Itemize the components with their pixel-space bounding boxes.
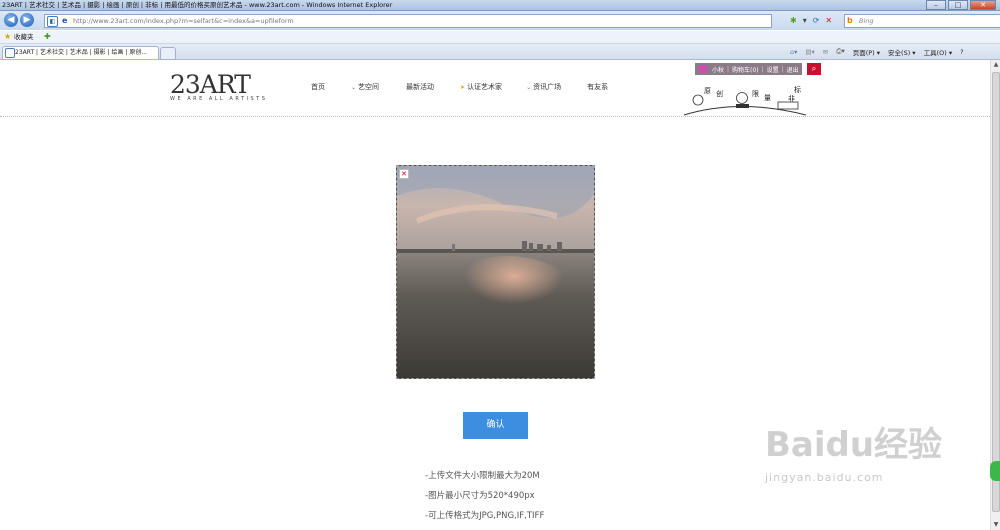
stop-icon[interactable]: ✕ xyxy=(825,16,832,25)
vertical-scrollbar[interactable]: ▲ ▼ xyxy=(990,60,1000,530)
compat-view-icon[interactable]: ◧ xyxy=(47,16,58,27)
home-icon[interactable]: ⌂▾ xyxy=(790,48,797,56)
address-tools: ✱ ▾ ⟳ ✕ xyxy=(790,14,838,26)
cursor-icon: ➤ xyxy=(460,84,466,91)
scroll-thumb[interactable] xyxy=(992,72,1000,512)
favorites-bar: ★ 收藏夹 ✚ xyxy=(0,31,1000,44)
minimize-button[interactable]: – xyxy=(926,0,946,10)
upload-notes: -上传文件大小限制最大为20M -图片最小尺寸为520*490px -可上传格式… xyxy=(425,466,544,526)
avatar[interactable] xyxy=(699,65,707,73)
deco-char: 原 xyxy=(704,87,711,95)
address-toolbar: ◀ ▶ ◧ e http://www.23art.com/index.php?m… xyxy=(0,11,1000,30)
site-header: 23ART WE ARE ALL ARTISTS 首页 ⌄ 艺空间 最新活动 ➤ 认… xyxy=(0,60,990,117)
search-box[interactable]: b Bing xyxy=(844,14,1000,28)
browser-tab[interactable]: 23ART | 艺术社交 | 艺术品 | 摄影 | 绘画 | 原创... xyxy=(2,46,159,59)
user-bar: 小秋 | 购物车(0) | 设置 | 退出 xyxy=(695,63,802,75)
lake-photo xyxy=(397,166,594,378)
feeds-icon[interactable]: ▤▾ xyxy=(805,48,814,56)
cartoon-decoration: 原 创 限 量 标 非 xyxy=(683,85,807,116)
note-min-dimensions: -图片最小尺寸为520*490px xyxy=(425,491,535,501)
baidu-watermark: Baidu经验 jingyan.baidu.com xyxy=(765,425,942,484)
search-icon[interactable]: ⌕ xyxy=(807,63,821,75)
tab-favicon-icon xyxy=(5,48,15,58)
site-logo[interactable]: 23ART WE ARE ALL ARTISTS xyxy=(170,70,268,103)
search-placeholder: Bing xyxy=(859,17,874,25)
deco-char: 标 xyxy=(794,85,801,94)
note-size-limit: -上传文件大小限制最大为20M xyxy=(425,471,540,481)
note-formats: -可上传格式为JPG,PNG,IF,TIFF xyxy=(425,511,545,521)
deco-char: 限 xyxy=(752,89,759,98)
url-text[interactable]: http://www.23art.com/index.php?m=selfart… xyxy=(73,15,294,27)
scroll-up-icon[interactable]: ▲ xyxy=(992,61,1000,69)
mail-icon[interactable]: ✉ xyxy=(823,48,828,56)
nav-friends[interactable]: 有友系 xyxy=(587,82,608,92)
dropdown-icon[interactable]: ▾ xyxy=(803,16,807,25)
add-favorite-icon[interactable]: ✚ xyxy=(44,31,51,43)
remove-image-icon[interactable]: ✕ xyxy=(399,169,409,179)
ie-page-icon: e xyxy=(62,16,68,25)
main-nav: 首页 ⌄ 艺空间 最新活动 ➤ 认证艺术家 ⌄ 资讯广场 有友系 xyxy=(305,82,608,92)
confirm-button[interactable]: 确认 xyxy=(463,412,528,439)
scroll-down-icon[interactable]: ▼ xyxy=(992,521,1000,529)
logout-link[interactable]: 退出 xyxy=(784,65,802,74)
nav-art-space[interactable]: ⌄ 艺空间 xyxy=(351,82,379,92)
forward-button[interactable]: ▶ xyxy=(20,13,34,27)
command-bar: ⌂▾ ▤▾ ✉ ⎙▾ 页面(P) ▾ 安全(S) ▾ 工具(O) ▾ ? xyxy=(790,44,972,59)
bing-logo-icon: b xyxy=(847,16,853,25)
favorites-label[interactable]: 收藏夹 xyxy=(14,31,34,43)
window-title: 23ART | 艺术社交 | 艺术品 | 摄影 | 绘画 | 原创 | 非标 |… xyxy=(2,1,393,9)
side-widget-button[interactable] xyxy=(990,461,1000,481)
maximize-button[interactable]: □ xyxy=(948,0,968,10)
nav-activities[interactable]: 最新活动 xyxy=(406,82,434,92)
window-title-bar: 23ART | 艺术社交 | 艺术品 | 摄影 | 绘画 | 原创 | 非标 |… xyxy=(0,0,1000,11)
new-tab-button[interactable] xyxy=(160,47,176,60)
rss-icon[interactable]: ✱ xyxy=(790,16,797,25)
tab-row: 23ART | 艺术社交 | 艺术品 | 摄影 | 绘画 | 原创... ⌂▾ … xyxy=(0,44,1000,60)
tab-title: 23ART | 艺术社交 | 艺术品 | 摄影 | 绘画 | 原创... xyxy=(15,49,148,56)
cmd-help[interactable]: ? xyxy=(960,48,963,56)
cart-link[interactable]: 购物车(0) xyxy=(729,65,762,74)
upload-preview-image xyxy=(396,165,595,379)
logo-tagline: WE ARE ALL ARTISTS xyxy=(170,96,268,102)
watermark-text: Baidu经验 xyxy=(765,425,943,465)
print-icon[interactable]: ⎙▾ xyxy=(836,47,844,56)
deco-char: 创 xyxy=(716,89,723,98)
address-bar[interactable]: ◧ e http://www.23art.com/index.php?m=sel… xyxy=(44,14,772,28)
nav-home[interactable]: 首页 xyxy=(311,82,325,92)
deco-char: 非 xyxy=(788,94,795,103)
chevron-down-icon: ⌄ xyxy=(351,84,357,91)
chevron-down-icon: ⌄ xyxy=(526,84,532,91)
cmd-tools[interactable]: 工具(O) ▾ xyxy=(924,47,953,57)
deco-char: 量 xyxy=(764,94,771,102)
favorites-star-icon[interactable]: ★ xyxy=(4,32,11,41)
window-controls: – □ ✕ xyxy=(924,0,996,10)
watermark-url: jingyan.baidu.com xyxy=(765,471,884,484)
refresh-icon[interactable]: ⟳ xyxy=(813,16,820,25)
close-window-button[interactable]: ✕ xyxy=(970,0,996,10)
nav-artists[interactable]: ➤ 认证艺术家 xyxy=(460,82,502,92)
cmd-safety[interactable]: 安全(S) ▾ xyxy=(888,47,916,57)
settings-link[interactable]: 设置 xyxy=(764,65,782,74)
nav-news[interactable]: ⌄ 资讯广场 xyxy=(526,82,561,92)
logo-text: 23ART xyxy=(170,70,251,99)
cmd-page[interactable]: 页面(P) ▾ xyxy=(853,47,880,57)
user-name-link[interactable]: 小秋 xyxy=(709,65,727,74)
back-button[interactable]: ◀ xyxy=(4,13,18,27)
